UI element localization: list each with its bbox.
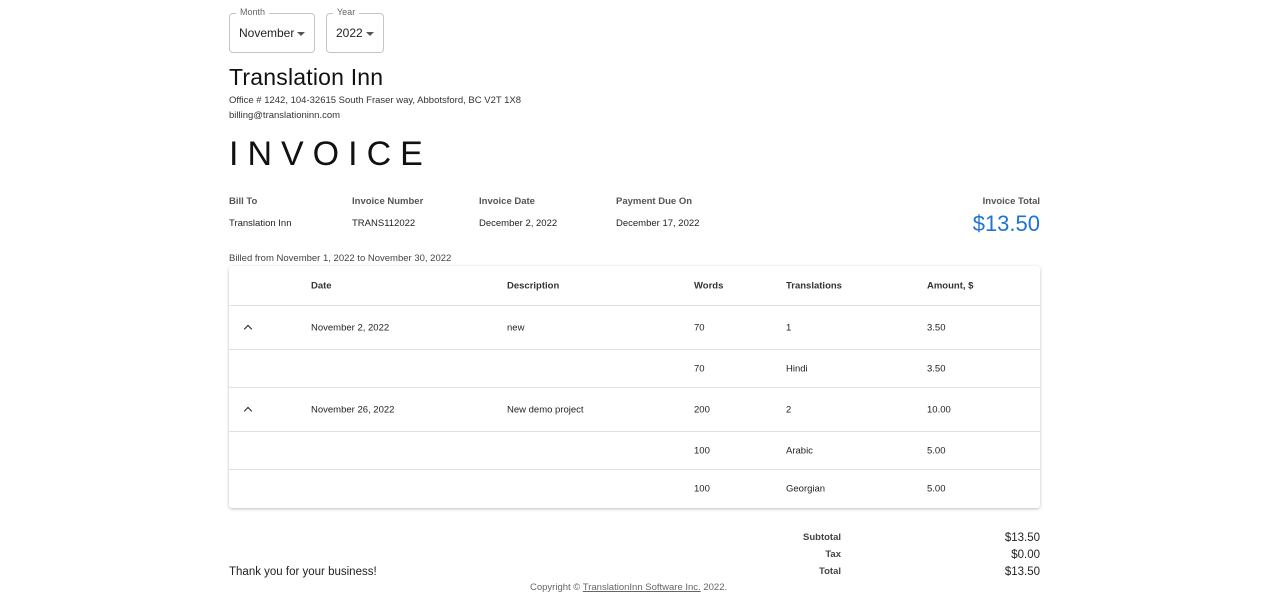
invoice-table: Date Description Words Translations Amou… [229,266,1040,508]
total-row: Total $13.50 [0,566,1277,583]
chevron-up-icon[interactable] [243,322,255,334]
total-label: Total [819,566,841,577]
table-header-row: Date Description Words Translations Amou… [229,266,1040,306]
column-header-date: Date [311,280,332,291]
row-date: November 26, 2022 [311,404,395,415]
invoice-date: Invoice Date December 2, 2022 [479,196,557,229]
subtotal-label: Subtotal [803,532,841,543]
year-select[interactable]: Year 2022 [326,7,384,53]
column-header-translations: Translations [786,280,842,291]
year-select-value: 2022 [336,26,363,40]
row-words: 200 [694,404,710,415]
caret-down-icon [297,32,305,36]
subrow-language: Georgian [786,483,826,495]
company-address: Office # 1242, 104-32615 South Fraser wa… [229,95,522,106]
column-header-amount: Amount, $ [927,280,974,291]
payment-due: Payment Due On December 17, 2022 [616,196,699,229]
subrow-words: 100 [694,483,710,495]
bill-to-value: Translation Inn [229,218,292,229]
row-translations: 1 [786,322,792,333]
row-translations: 2 [786,404,792,415]
bill-to: Bill To Translation Inn [229,196,292,229]
month-select-label: Month [236,7,270,17]
copyright-link[interactable]: TranslationInn Software Inc. [583,582,701,593]
invoice-total-label: Invoice Total [982,196,1040,207]
table-subrow: 70 Hindi 3.50 [229,350,1040,388]
company-email: billing@translationinn.com [229,110,341,121]
year-select-label: Year [333,7,360,17]
invoice-number-label: Invoice Number [352,196,424,207]
copyright: Copyright © TranslationInn Software Inc.… [530,582,727,593]
subrow-amount: 5.00 [927,483,946,495]
chevron-up-icon[interactable] [243,404,255,416]
payment-due-label: Payment Due On [616,196,693,207]
invoice-date-value: December 2, 2022 [479,218,558,229]
month-select-value: November [239,26,295,40]
table-row: November 26, 2022 New demo project 200 2… [229,388,1040,432]
row-words: 70 [694,322,705,333]
caret-down-icon [366,32,374,36]
bill-to-label: Bill To [229,196,258,207]
row-date: November 2, 2022 [311,322,390,333]
subrow-amount: 3.50 [927,363,946,374]
tax-value: $0.00 [1011,549,1040,561]
invoice-total: Invoice Total $13.50 [973,196,1040,237]
subtotal-row: Subtotal $13.50 [0,532,1277,549]
column-header-words: Words [694,280,724,291]
subtotal-value: $13.50 [1004,532,1040,544]
period-filters: Month November Year 2022 [229,7,384,53]
subrow-language: Hindi [786,363,808,374]
subrow-words: 100 [694,445,710,456]
tax-label: Tax [825,549,841,560]
subrow-amount: 5.00 [927,445,946,456]
company-info: Translation Inn Office # 1242, 104-32615… [229,64,521,121]
row-amount: 10.00 [927,404,951,415]
invoice-date-label: Invoice Date [479,196,535,207]
copyright-suffix: 2022. [700,582,728,593]
month-select[interactable]: Month November [229,7,315,53]
table-subrow: 100 Arabic 5.00 [229,432,1040,470]
invoice-title: INVOICE [229,135,432,173]
invoice-total-value: $13.50 [972,211,1040,236]
billed-period: Billed from November 1, 2022 to November… [229,253,452,264]
tax-row: Tax $0.00 [0,549,1277,566]
copyright-prefix: Copyright © [530,582,583,593]
payment-due-value: December 17, 2022 [616,218,700,229]
table-subrow: 100 Georgian 5.00 [229,470,1040,508]
subrow-language: Arabic [786,445,813,456]
company-name: Translation Inn [229,64,384,90]
subrow-words: 70 [694,363,705,374]
invoice-number: Invoice Number TRANS112022 [352,196,423,229]
row-description: New demo project [507,404,584,415]
invoice-number-value: TRANS112022 [352,218,416,229]
total-value: $13.50 [1004,566,1040,578]
thank-you-note: Thank you for your business! [229,566,377,578]
row-description: new [507,322,525,333]
table-row: November 2, 2022 new 70 1 3.50 [229,306,1040,350]
column-header-description: Description [507,280,560,291]
row-amount: 3.50 [927,322,946,333]
